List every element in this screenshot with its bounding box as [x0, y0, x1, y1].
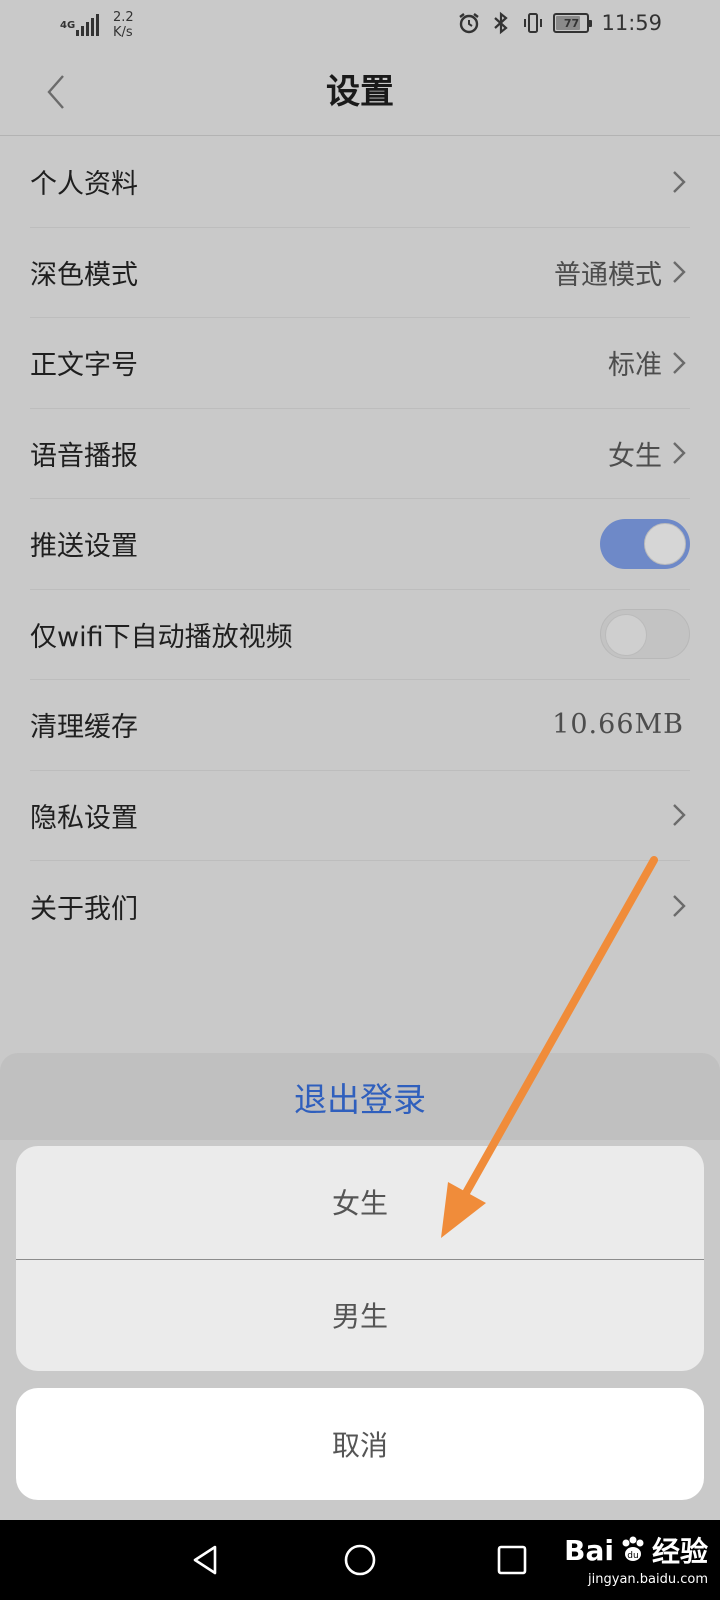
settings-row-value: 标准: [608, 350, 662, 382]
vibrate-icon: [521, 11, 545, 35]
network-type: 4G: [60, 19, 76, 31]
settings-row-about-us[interactable]: 关于我们: [30, 861, 690, 952]
voice-options-sheet: 女生 男生: [16, 1146, 704, 1371]
settings-row-right: 标准: [608, 318, 690, 408]
logout-button[interactable]: 退出登录: [0, 1053, 720, 1140]
clock: 11:59: [601, 11, 662, 35]
watermark-brand-suffix: 经验: [651, 1535, 708, 1568]
logout-label: 退出登录: [294, 1079, 426, 1119]
chevron-right-icon: [668, 892, 690, 920]
chevron-right-icon: [668, 349, 690, 377]
toggle-knob: [644, 522, 686, 565]
settings-row-label: 个人资料: [30, 169, 138, 201]
network-speed-unit: K/s: [113, 25, 133, 40]
square-recents-icon: [497, 1545, 527, 1575]
settings-row-label: 隐私设置: [30, 802, 138, 834]
settings-row-voice-broadcast[interactable]: 语音播报 女生: [30, 409, 690, 499]
settings-row-label: 关于我们: [30, 893, 138, 925]
settings-row-right: [668, 137, 690, 227]
settings-row-value: 10.66MB: [552, 709, 684, 741]
toggle-switch[interactable]: [600, 518, 690, 569]
settings-row-label: 仅wifi下自动播放视频: [30, 621, 293, 653]
header: 设置: [0, 50, 720, 136]
settings-row-label: 推送设置: [30, 531, 138, 563]
chevron-right-icon: [668, 258, 690, 286]
bluetooth-icon: [489, 11, 513, 35]
status-left: 4G 2.2 K/s: [60, 10, 134, 40]
navigation-bar: Bai du 经验 jingyan.baidu.com: [0, 1520, 720, 1600]
settings-row-label: 深色模式: [30, 259, 138, 291]
option-female[interactable]: 女生: [16, 1146, 704, 1259]
battery-icon: 77: [553, 13, 593, 33]
toggle-knob: [605, 614, 647, 657]
nav-back-button[interactable]: [186, 1540, 226, 1580]
settings-row-right: [600, 499, 690, 589]
chevron-right-icon: [668, 439, 690, 467]
baidu-jingyan-watermark: Bai du 经验 jingyan.baidu.com: [564, 1530, 708, 1588]
watermark-url: jingyan.baidu.com: [588, 1572, 708, 1587]
settings-row-wifi-autoplay[interactable]: 仅wifi下自动播放视频: [30, 590, 690, 680]
network-speed: 2.2 K/s: [113, 10, 134, 40]
option-male[interactable]: 男生: [16, 1258, 704, 1372]
circle-home-icon: [344, 1544, 376, 1576]
chevron-right-icon: [668, 168, 690, 196]
chevron-right-icon: [668, 801, 690, 829]
cancel-button[interactable]: 取消: [16, 1388, 704, 1500]
signal-icon: [76, 14, 99, 36]
settings-row-label: 语音播报: [30, 440, 138, 472]
nav-home-button[interactable]: [340, 1540, 380, 1580]
settings-row-push-settings[interactable]: 推送设置: [30, 499, 690, 590]
settings-row-right: [600, 590, 690, 680]
settings-row-label: 清理缓存: [30, 712, 138, 744]
settings-row-value: 女生: [608, 440, 662, 472]
svg-text:du: du: [627, 1551, 638, 1561]
settings-row-label: 正文字号: [30, 350, 138, 382]
paw-icon: du: [622, 1536, 644, 1561]
status-bar: 4G 2.2 K/s 77 11:59: [0, 0, 720, 50]
network-speed-value: 2.2: [113, 10, 134, 25]
settings-row-right: [668, 861, 690, 952]
settings-row-dark-mode[interactable]: 深色模式 普通模式: [30, 228, 690, 318]
toggle-switch[interactable]: [600, 609, 690, 660]
watermark-brand: Bai: [564, 1533, 614, 1567]
settings-row-font-size[interactable]: 正文字号 标准: [30, 318, 690, 409]
status-right: 77 11:59: [457, 11, 662, 35]
alarm-icon: [457, 11, 481, 35]
settings-row-right: 10.66MB: [552, 680, 690, 770]
settings-row-value: 普通模式: [554, 259, 662, 291]
settings-row-right: [668, 771, 690, 861]
page-title: 设置: [326, 72, 394, 112]
settings-row-profile[interactable]: 个人资料: [30, 137, 690, 228]
settings-list: 个人资料深色模式 普通模式正文字号 标准语音播报 女生推送设置仅wifi下自动播放视频…: [0, 137, 720, 952]
settings-row-privacy-settings[interactable]: 隐私设置: [30, 771, 690, 861]
nav-recents-button[interactable]: [492, 1540, 532, 1580]
settings-row-clear-cache[interactable]: 清理缓存 10.66MB: [30, 680, 690, 771]
battery-level: 77: [563, 16, 580, 30]
triangle-back-icon: [193, 1545, 217, 1575]
settings-row-right: 女生: [608, 409, 690, 499]
settings-row-right: 普通模式: [554, 228, 690, 318]
